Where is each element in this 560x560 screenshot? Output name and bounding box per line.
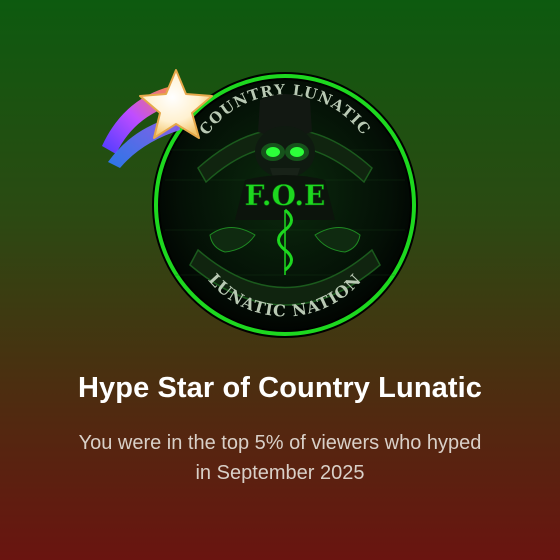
badge-center-text: F.O.E: [245, 179, 326, 212]
shooting-star-icon: [102, 69, 213, 168]
badge-area: COUNTRY LUNATIC F.O.E LUNATIC NATION: [0, 0, 560, 360]
achievement-title: Hype Star of Country Lunatic: [78, 372, 482, 404]
achievement-subtitle: You were in the top 5% of viewers who hy…: [78, 432, 482, 484]
hype-star-card: COUNTRY LUNATIC F.O.E LUNATIC NATION Hyp…: [0, 0, 560, 560]
